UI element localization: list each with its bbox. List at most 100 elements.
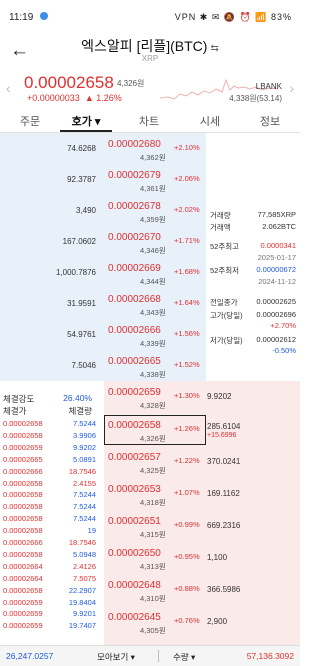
trade-qty: 9.9201 <box>73 609 96 619</box>
sell-total: 26,247.0257 <box>6 651 54 661</box>
buy-price: 0.00002653 <box>108 484 161 495</box>
trade-qty: 7.5244 <box>73 419 96 428</box>
buy-qty: 169.1162 <box>207 489 240 498</box>
prev-close-value: 0.00002625 <box>256 297 296 306</box>
sell-row[interactable]: 167.0602 0.00002670 4,346원 +1.71% <box>0 226 300 257</box>
trade-row: 0.00002666 18.7546 <box>0 538 104 549</box>
sell-row[interactable]: 54.9761 0.00002666 4,339원 +1.56% <box>0 319 300 350</box>
price-change-abs: +0.00000033 <box>27 93 80 103</box>
value-value: 2.062BTC <box>262 222 296 231</box>
buy-qty: 370.0241 <box>207 457 241 466</box>
sell-pct: +2.10% <box>174 143 200 152</box>
sell-pct: +1.71% <box>174 236 200 245</box>
trade-qty: 19.8404 <box>68 597 96 607</box>
prev-coin-chevron-icon[interactable]: ‹ <box>6 80 11 96</box>
volume-label: 거래량 <box>210 211 231 220</box>
tab-info[interactable]: 정보 <box>245 113 295 129</box>
trade-qty: 9.9202 <box>73 442 96 452</box>
sell-qty: 167.0602 <box>62 237 96 246</box>
buy-price-krw: 4,318원 <box>140 498 166 507</box>
price-change: +0.00000033 ▲ 1.26% <box>27 93 122 103</box>
sell-row[interactable]: 1,000.7876 0.00002669 4,344원 +1.68% <box>0 257 300 288</box>
swap-icon[interactable]: ⇆ <box>210 43 218 54</box>
trade-price-header: 체결가 <box>3 406 27 416</box>
sell-price-krw: 4,359원 <box>140 215 166 224</box>
coin-symbol: XRP <box>141 54 159 63</box>
bottom-bar: 26,247.0257 모아보기 ▾ 수량 ▾ 57,136.3092 <box>0 645 300 666</box>
trade-qty: 5.0948 <box>73 549 96 559</box>
buy-price: 0.00002650 <box>108 548 161 559</box>
aggregate-label: 모아보기 <box>97 652 129 662</box>
buy-pct: +1.07% <box>174 488 200 497</box>
trade-price: 0.00002658 <box>3 419 43 428</box>
next-coin-chevron-icon[interactable]: › <box>289 80 294 96</box>
buy-qty-change: +15.6996 <box>207 432 237 439</box>
trade-price: 0.00002659 <box>3 609 43 619</box>
day-low-label: 저가(당일) <box>210 336 243 345</box>
tab-orderbook[interactable]: 호가 ▾ <box>61 113 111 129</box>
sell-price: 0.00002669 <box>108 263 161 274</box>
trade-price: 0.00002658 <box>3 478 43 488</box>
aggregate-button[interactable]: 모아보기 ▾ <box>97 651 135 663</box>
volume-value: 77,585XRP <box>257 210 296 219</box>
sell-pct: +1.52% <box>174 360 200 369</box>
sell-price: 0.00002679 <box>108 170 161 181</box>
tab-chart[interactable]: 차트 <box>124 113 174 129</box>
page-title[interactable]: 엑스알피 [리플](BTC) ⇆ <box>0 36 300 56</box>
sell-row[interactable]: 7.5046 0.00002665 4,338원 +1.52% <box>0 350 300 381</box>
orderbook-screen: 11:19 VPN ✱ ✉ 🔕 ⏰ 📶 83% ← 엑스알피 [리플](BTC)… <box>0 0 300 666</box>
buy-price-krw: 4,325원 <box>140 466 166 475</box>
sell-price-krw: 4,339원 <box>140 339 166 348</box>
status-icons: VPN ✱ ✉ 🔕 ⏰ 📶 83% <box>174 12 292 22</box>
sell-row[interactable]: 31.9591 0.00002668 4,343원 +1.64% <box>0 288 300 319</box>
sell-row[interactable]: 3,490 0.00002678 4,359원 +2.02% <box>0 195 300 226</box>
tab-quotes[interactable]: 시세 <box>185 113 235 129</box>
trade-row: 0.00002658 22.2907 <box>0 586 104 597</box>
trade-row: 0.00002658 2.4155 <box>0 479 104 490</box>
day-high-label: 고가(당일) <box>210 311 243 320</box>
sell-price-krw: 4,361원 <box>140 184 166 193</box>
price-summary: ‹ 0.00002658 4,326원 +0.00000033 ▲ 1.26% … <box>0 72 300 108</box>
trade-qty: 7.5244 <box>73 490 96 500</box>
sell-qty: 1,000.7876 <box>55 268 96 277</box>
low52-label: 52주최저 <box>210 266 240 275</box>
sell-pct: +2.02% <box>174 205 200 214</box>
trade-qty: 3.9906 <box>73 430 96 440</box>
sell-qty: 74.6268 <box>67 144 96 153</box>
tab-bar: 주문 호가 ▾ 차트 시세 정보 <box>0 111 300 133</box>
trade-row: 0.00002658 5.0948 <box>0 550 104 561</box>
sell-pct: +1.64% <box>174 298 200 307</box>
sell-price: 0.00002668 <box>108 294 161 305</box>
orderbook[interactable]: 74.6268 0.00002680 4,362원 +2.10% 92.3787… <box>0 133 300 645</box>
trade-row: 0.00002664 7.5075 <box>0 574 104 585</box>
trade-qty: 19 <box>87 526 96 536</box>
day-high-pct: +2.70% <box>270 321 296 330</box>
trade-price: 0.00002659 <box>3 442 43 452</box>
trade-row: 0.00002658 7.5244 <box>0 490 104 501</box>
sell-row[interactable]: 92.3787 0.00002679 4,361원 +2.06% <box>0 164 300 195</box>
sell-price-krw: 4,338원 <box>140 370 166 379</box>
current-price-krw: 4,326원 <box>117 79 145 88</box>
buy-pct: +0.99% <box>174 520 200 529</box>
trade-qty-header: 체결량 <box>68 406 92 416</box>
trade-price: 0.00002658 <box>3 502 43 512</box>
sell-qty: 31.9591 <box>67 299 96 308</box>
low52-value: 0.00000672 <box>256 265 296 274</box>
buy-qty: 1,100 <box>207 553 228 562</box>
quantity-toggle-button[interactable]: 수량 ▾ <box>173 651 195 663</box>
sell-price: 0.00002670 <box>108 232 161 243</box>
tab-order[interactable]: 주문 <box>5 113 55 129</box>
buy-row[interactable]: 0.00002659 4,328원 +1.30% 9.9202 <box>0 381 300 412</box>
sell-pct: +1.68% <box>174 267 200 276</box>
trade-qty: 7.5244 <box>73 514 96 524</box>
trade-row: 0.00002658 7.5244 <box>0 514 104 525</box>
sell-price: 0.00002665 <box>108 356 161 367</box>
telegram-icon <box>40 12 48 20</box>
trade-price: 0.00002658 <box>3 514 43 524</box>
price-change-pct: ▲ 1.26% <box>84 93 122 103</box>
sell-row[interactable]: 74.6268 0.00002680 4,362원 +2.10% <box>0 133 300 164</box>
trade-price: 0.00002658 <box>3 430 43 440</box>
buy-qty: 9.9202 <box>207 392 232 401</box>
trade-price: 0.00002658 <box>3 526 43 536</box>
buy-price: 0.00002657 <box>108 452 161 463</box>
